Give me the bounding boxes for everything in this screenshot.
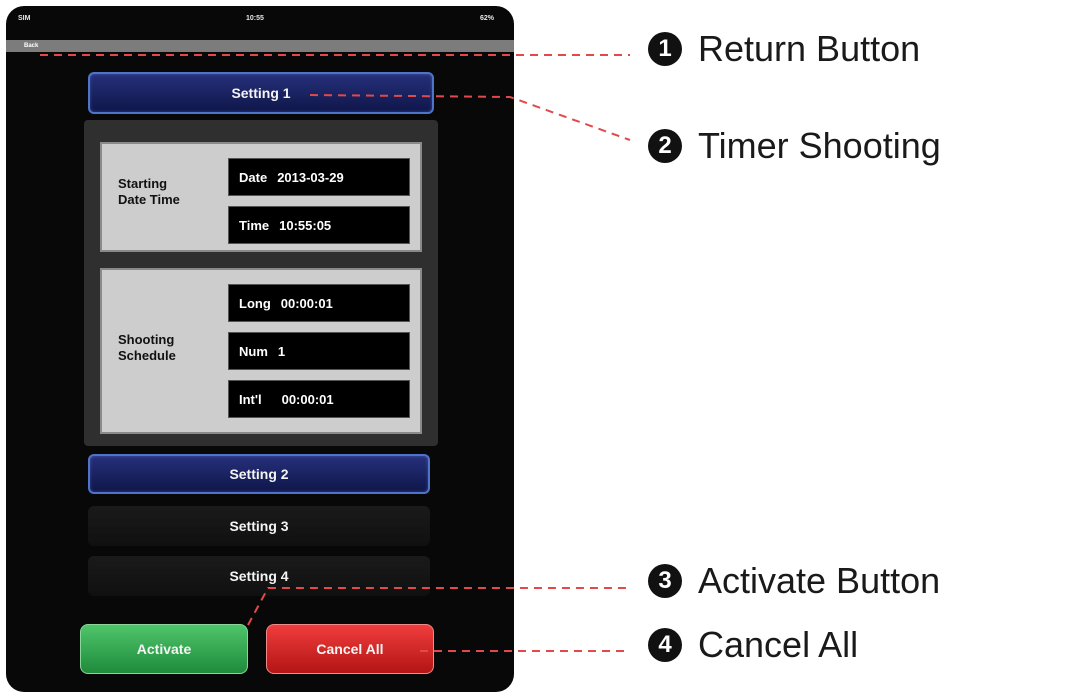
callout-number-3: 3 [648,564,682,598]
callout-timer-shooting: 2 Timer Shooting [648,125,941,167]
callout-text-2: Timer Shooting [698,125,941,166]
callout-cancel-all: 4 Cancel All [648,624,858,666]
callout-text-1: Return Button [698,28,921,69]
callout-text-3: Activate Button [698,560,941,601]
callout-number-1: 1 [648,32,682,66]
callout-number-2: 2 [648,129,682,163]
callout-activate-button: 3 Activate Button [648,560,940,602]
callout-number-4: 4 [648,628,682,662]
callout-text-4: Cancel All [698,624,859,665]
callout-return-button: 1 Return Button [648,28,920,70]
callout-line-2 [309,94,631,141]
callout-line-3 [247,587,630,626]
